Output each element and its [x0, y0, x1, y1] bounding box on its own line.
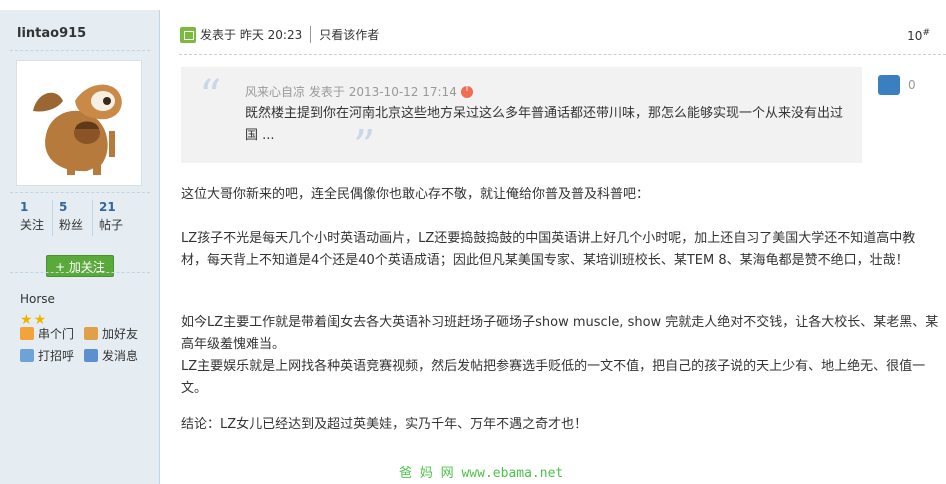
avatar[interactable]: [16, 60, 142, 186]
posts-label: 帖子: [99, 218, 124, 232]
squirrel-avatar-image: [17, 61, 141, 185]
stat-divider: [52, 200, 53, 236]
greet-button[interactable]: 打招呼: [20, 347, 74, 364]
visit-button[interactable]: 串个门: [20, 325, 74, 342]
stat-posts[interactable]: 21 帖子: [99, 200, 123, 233]
author-username[interactable]: lintao915: [17, 26, 86, 41]
site-watermark: 爸 妈 网 www.ebama.net: [399, 466, 564, 481]
wave-icon: [20, 349, 34, 362]
post-paragraph: 如今LZ主要工作就是带着闺女去各大英语补习班赶场子砸场子show muscle,…: [181, 315, 939, 352]
home-icon: [20, 327, 34, 340]
post-status-icon: [180, 26, 196, 43]
posts-count: 21: [99, 200, 116, 214]
posted-prefix: 发表于: [200, 28, 237, 42]
floor-number[interactable]: 10#: [907, 28, 930, 43]
stat-divider: [92, 200, 93, 236]
header-divider: [179, 54, 946, 55]
following-label: 关注: [20, 218, 45, 232]
post-header: 发表于 昨天 20:23 只看该作者: [180, 26, 379, 43]
top-strip: [0, 0, 946, 10]
divider: [10, 192, 150, 193]
visit-label: 串个门: [38, 327, 75, 341]
fans-label: 粉丝: [59, 218, 84, 232]
message-button[interactable]: 发消息: [84, 347, 138, 364]
post-paragraph: LZ主要娱乐就是上网找各种英语竞赛视频，然后发帖把参赛选手贬低的一文不值，把自己…: [181, 359, 926, 396]
like-button[interactable]: 0: [878, 75, 916, 95]
quote-header: 风来心自凉 发表于 2013-10-12 17:14: [245, 83, 473, 100]
open-quote-icon: “: [199, 71, 222, 122]
quote-author[interactable]: 风来心自凉: [245, 83, 305, 100]
divider: [10, 272, 150, 273]
post-main: 发表于 昨天 20:23 只看该作者 10# “ ” 风来心自凉 发表于 201…: [161, 10, 946, 484]
like-count: 0: [908, 78, 916, 92]
post-paragraph: LZ孩子不光是每天几个小时英语动画片，LZ还要捣鼓捣鼓的中国英语讲上好几个小时呢…: [181, 231, 916, 268]
add-friend-button[interactable]: 加好友: [84, 325, 138, 342]
post-paragraph: 结论：LZ女儿已经达到及超过英美娃，实乃千年、万年不遇之奇才也！: [181, 417, 588, 432]
quote-time: 2013-10-12 17:14: [348, 84, 457, 99]
divider: [10, 50, 150, 51]
handshake-icon: [84, 327, 98, 340]
post-paragraph: 这位大哥你新来的吧，连全民偶像你也敢心存不敬，就让俺给你普及普及科普吧：: [181, 187, 650, 202]
only-author-link[interactable]: 只看该作者: [310, 26, 379, 43]
quote-block: “ ” 风来心自凉 发表于 2013-10-12 17:14 既然楼主提到你在河…: [181, 67, 862, 169]
stat-following[interactable]: 1 关注: [20, 200, 44, 233]
floor-sup: #: [922, 28, 930, 38]
thumbs-up-icon: [878, 75, 900, 95]
quote-posted-label: 发表于: [308, 85, 345, 99]
posted-time: 昨天 20:23: [239, 28, 303, 42]
following-count: 1: [20, 200, 29, 214]
follow-button[interactable]: + 加关注: [46, 255, 114, 277]
goto-original-icon[interactable]: [460, 83, 473, 98]
envelope-icon: [84, 349, 98, 362]
user-rank[interactable]: Horse: [20, 292, 55, 306]
floor-value: 10: [907, 29, 923, 43]
quote-text: 既然楼主提到你在河南北京这些地方呆过这么多年普通话都还带川味，那怎么能够实现一个…: [245, 106, 844, 143]
greet-label: 打招呼: [38, 349, 75, 363]
add-friend-label: 加好友: [102, 327, 139, 341]
fans-count: 5: [59, 200, 68, 214]
author-sidebar: lintao915 1 关注 5 粉丝 21 帖子 + 加关注 Horse ★★…: [0, 10, 160, 484]
message-label: 发消息: [102, 349, 139, 363]
stat-fans[interactable]: 5 粉丝: [59, 200, 83, 233]
